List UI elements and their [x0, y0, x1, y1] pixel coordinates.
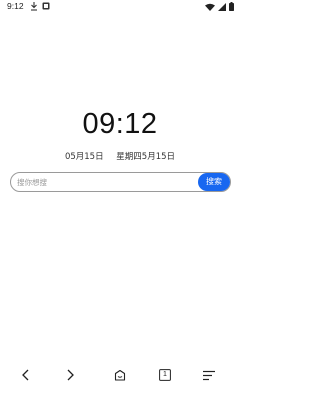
- tab-count: 1: [163, 371, 167, 378]
- menu-icon: [203, 366, 215, 385]
- back-button[interactable]: [17, 366, 35, 384]
- notification-box-icon: [42, 2, 50, 12]
- download-icon: [30, 2, 38, 13]
- forward-icon: [65, 366, 75, 385]
- wifi-icon: [205, 3, 215, 13]
- battery-icon: [229, 2, 234, 13]
- date-row: 05月15日 星期四5月15日: [0, 150, 240, 162]
- status-bar: 9:12: [0, 0, 240, 14]
- date-text: 05月15日: [64, 152, 104, 162]
- tabs-button[interactable]: 1: [156, 366, 174, 384]
- search-input[interactable]: [17, 175, 187, 189]
- signal-icon: [218, 2, 226, 13]
- home-button[interactable]: [111, 366, 129, 384]
- status-time: 9:12: [7, 1, 24, 11]
- back-icon: [21, 366, 31, 385]
- bottom-nav: 1: [0, 363, 240, 387]
- forward-button[interactable]: [61, 366, 79, 384]
- search-button[interactable]: 搜索: [198, 173, 230, 191]
- home-icon: [114, 366, 126, 385]
- weekday-date-text: 星期四5月15日: [116, 152, 176, 162]
- search-bar: 搜索: [10, 172, 231, 192]
- clock-display: 09:12: [82, 108, 158, 140]
- status-icons: [205, 2, 234, 13]
- tabs-icon: 1: [159, 369, 171, 381]
- menu-button[interactable]: [200, 366, 218, 384]
